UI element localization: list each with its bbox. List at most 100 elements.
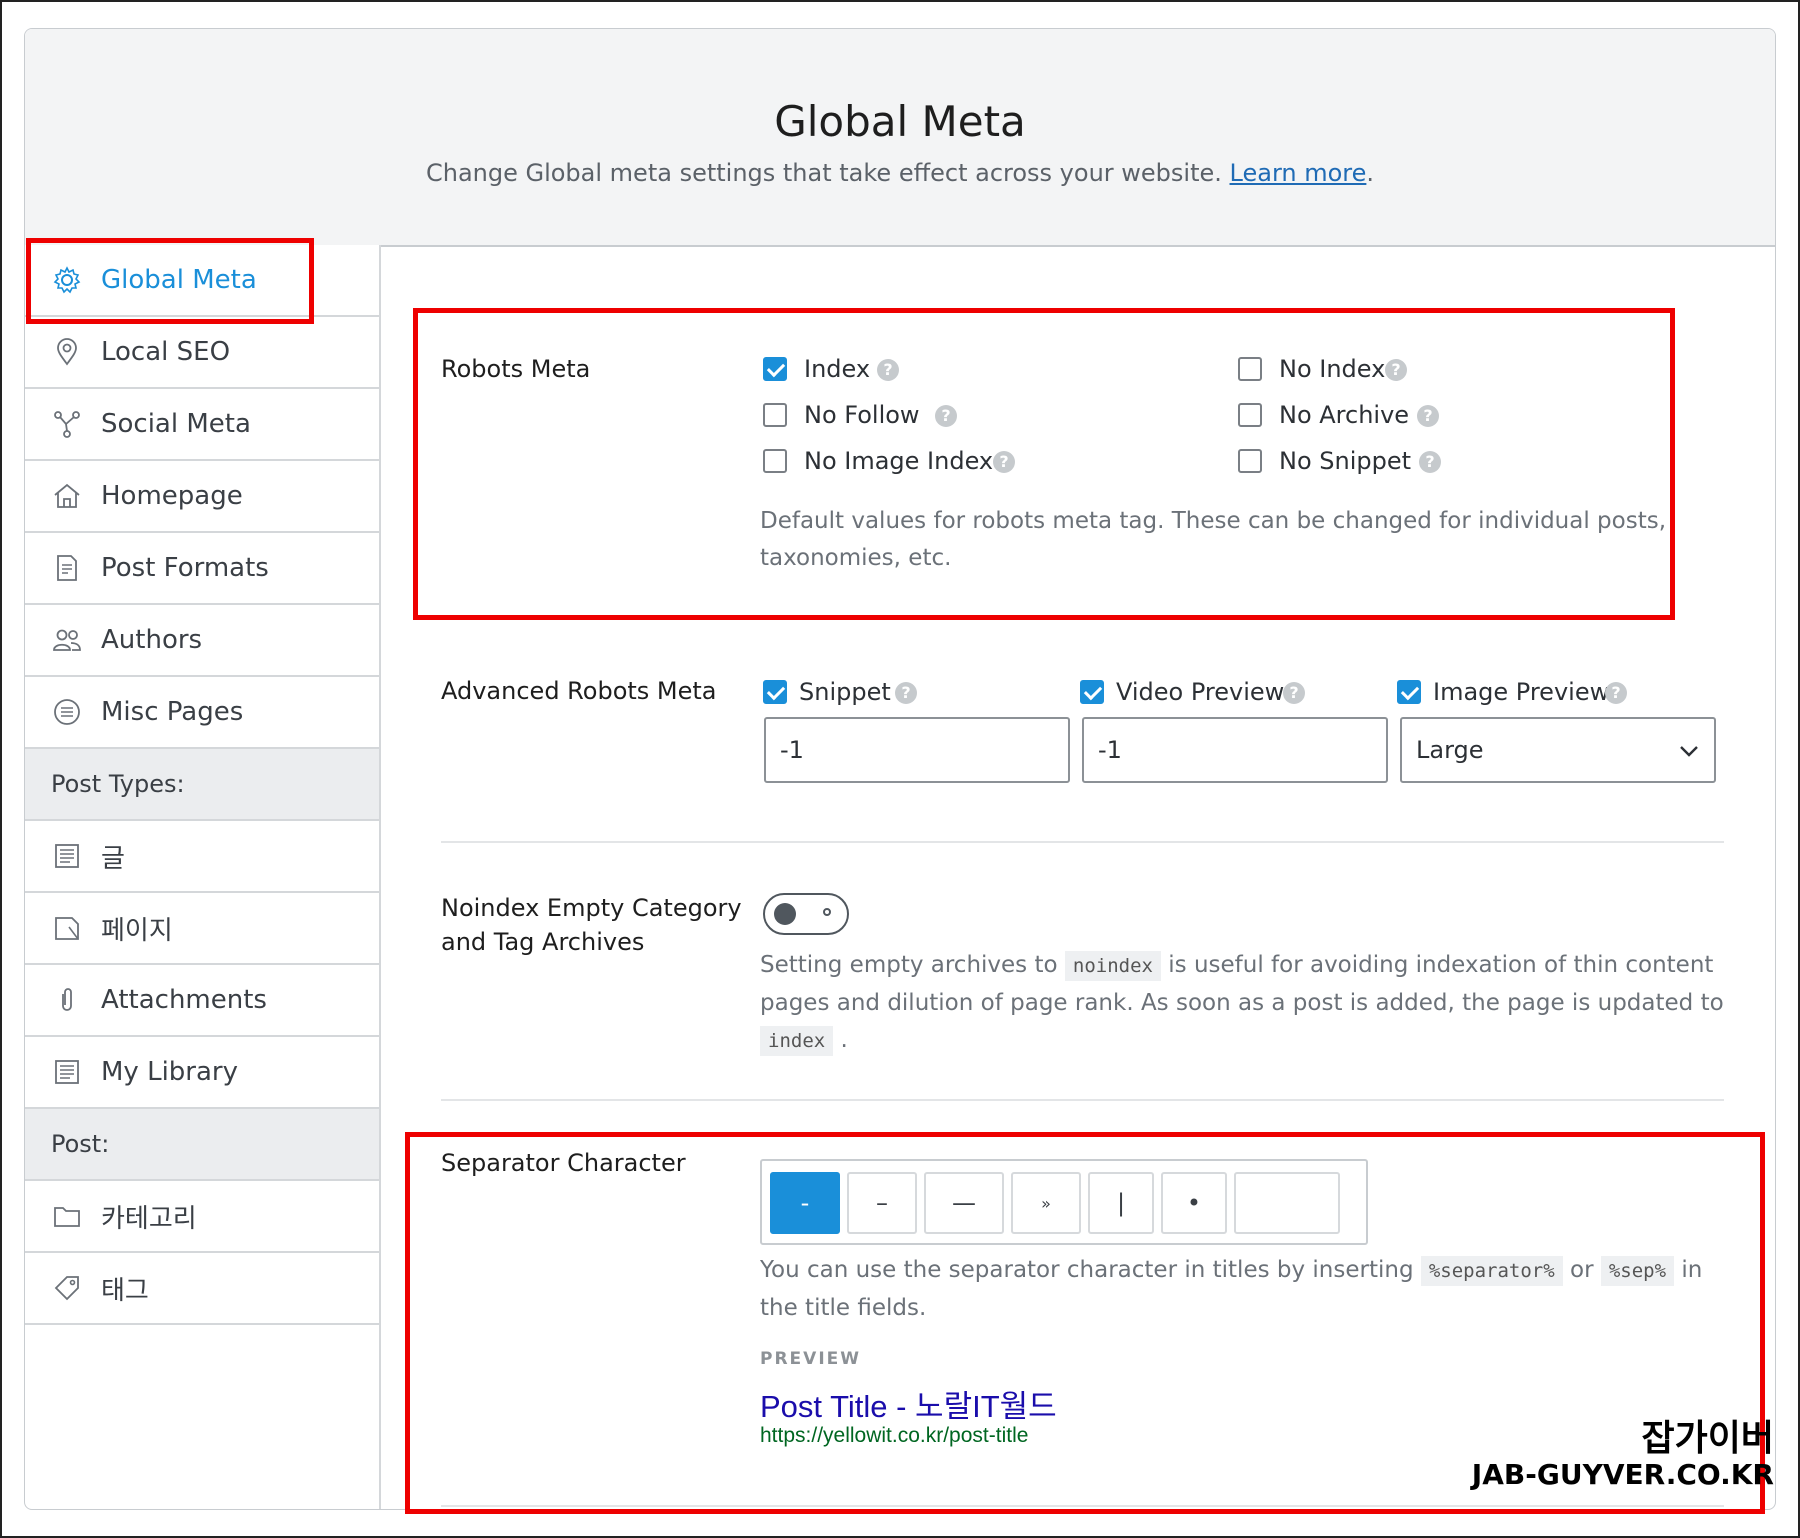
image-preview-value: Large: [1416, 736, 1484, 764]
sidebar-item-social-meta[interactable]: Social Meta: [25, 389, 381, 461]
no-index-label: No Index: [1279, 355, 1386, 383]
desc-text: You can use the separator character in t…: [760, 1257, 1421, 1283]
subtitle-text: Change Global meta settings that take ef…: [425, 159, 1230, 187]
users-icon: [49, 622, 85, 658]
sidebar-item-misc-pages[interactable]: Misc Pages: [25, 677, 381, 749]
preview-url: https://yellowit.co.kr/post-title: [760, 1424, 1029, 1447]
post-icon: [49, 838, 85, 874]
noindex-empty-label: Noindex Empty Category and Tag Archives: [441, 891, 742, 959]
separator-option-hyphen[interactable]: -: [770, 1172, 840, 1234]
robots-meta-description: Default values for robots meta tag. Thes…: [760, 508, 1667, 571]
separator-option-raquo[interactable]: »: [1011, 1172, 1081, 1234]
code-index: index: [760, 1026, 834, 1056]
sidebar-item-label: My Library: [101, 1057, 238, 1087]
settings-panel: Global Meta Change Global meta settings …: [24, 28, 1776, 1510]
sidebar-item-category[interactable]: 카테고리: [25, 1181, 381, 1253]
no-follow-checkbox[interactable]: [763, 403, 787, 427]
sidebar-section-post: Post:: [25, 1109, 381, 1181]
no-image-index-checkbox[interactable]: [763, 449, 787, 473]
sidebar-item-post-formats[interactable]: Post Formats: [25, 533, 381, 605]
index-label: Index: [804, 355, 871, 383]
sidebar-item-label: 글: [101, 843, 125, 874]
help-icon[interactable]: ?: [1605, 682, 1627, 704]
folder-icon: [49, 1198, 85, 1234]
separator-option-custom[interactable]: [1234, 1172, 1340, 1234]
separator-option-pipe[interactable]: |: [1088, 1172, 1154, 1234]
page-header: Global Meta Change Global meta settings …: [25, 29, 1775, 247]
sidebar-item-label: 페이지: [101, 915, 173, 946]
video-preview-checkbox[interactable]: [1080, 680, 1104, 704]
separator-label: Separator Character: [441, 1149, 686, 1177]
help-icon[interactable]: ?: [895, 682, 917, 704]
subtitle-period: .: [1366, 159, 1375, 187]
learn-more-link[interactable]: Learn more: [1230, 159, 1367, 187]
toggle-knob: [774, 903, 796, 925]
sidebar-item-label: Global Meta: [101, 265, 257, 295]
no-follow-label: No Follow: [804, 401, 920, 429]
watermark: 잡가이버 JAB-GUYVER.CO.KR: [1472, 1418, 1774, 1492]
sidebar-item-local-seo[interactable]: Local SEO: [25, 317, 381, 389]
preview-title: Post Title - 노랄IT월드: [760, 1389, 1057, 1424]
page-icon: [49, 910, 85, 946]
sidebar-item-global-meta[interactable]: Global Meta: [25, 245, 381, 317]
separator-option-em-dash[interactable]: —: [924, 1172, 1004, 1234]
no-archive-checkbox[interactable]: [1238, 403, 1262, 427]
map-pin-icon: [49, 334, 85, 370]
help-icon[interactable]: ?: [1417, 405, 1439, 427]
image-preview-label: Image Preview: [1433, 678, 1610, 706]
sidebar-item-label: Misc Pages: [101, 697, 244, 727]
library-icon: [49, 1054, 85, 1090]
section-divider: [441, 1099, 1724, 1101]
no-image-index-label: No Image Index: [804, 447, 994, 475]
help-icon[interactable]: ?: [1419, 451, 1441, 473]
sidebar-item-my-library[interactable]: My Library: [25, 1037, 381, 1109]
image-preview-checkbox[interactable]: [1397, 680, 1421, 704]
sidebar-item-page[interactable]: 페이지: [25, 893, 381, 965]
toggle-off-indicator: [823, 908, 831, 916]
sidebar-item-label: 카테고리: [101, 1203, 197, 1234]
page-subtitle: Change Global meta settings that take ef…: [25, 159, 1775, 187]
help-icon[interactable]: ?: [1385, 359, 1407, 381]
noindex-empty-label-line1: Noindex Empty Category: [441, 894, 742, 922]
video-preview-label: Video Preview: [1116, 678, 1285, 706]
sidebar-item-authors[interactable]: Authors: [25, 605, 381, 677]
share-network-icon: [49, 406, 85, 442]
snippet-max-input[interactable]: -1: [764, 717, 1070, 783]
no-snippet-checkbox[interactable]: [1238, 449, 1262, 473]
noindex-empty-toggle[interactable]: [763, 893, 849, 935]
image-preview-select[interactable]: Large: [1400, 717, 1716, 783]
no-archive-label: No Archive: [1279, 401, 1410, 429]
video-preview-max-input[interactable]: -1: [1082, 717, 1388, 783]
help-icon[interactable]: ?: [935, 405, 957, 427]
desc-text: Setting empty archives to: [760, 952, 1065, 978]
help-icon[interactable]: ?: [1283, 682, 1305, 704]
separator-option-en-dash[interactable]: –: [847, 1172, 917, 1234]
sidebar-item-label: Social Meta: [101, 409, 251, 439]
noindex-empty-label-line2: and Tag Archives: [441, 928, 645, 956]
section-divider: [441, 1505, 1724, 1507]
sidebar-item-tag[interactable]: 태그: [25, 1253, 381, 1325]
help-icon[interactable]: ?: [877, 359, 899, 381]
sidebar-item-label: Post Formats: [101, 553, 269, 583]
watermark-domain: JAB-GUYVER.CO.KR: [1471, 1458, 1774, 1492]
separator-option-bullet[interactable]: •: [1161, 1172, 1227, 1234]
sidebar-item-post[interactable]: 글: [25, 821, 381, 893]
home-icon: [49, 478, 85, 514]
sidebar-item-label: Local SEO: [101, 337, 231, 367]
code-noindex: noindex: [1064, 951, 1161, 981]
page-title: Global Meta: [774, 97, 1026, 146]
snippet-checkbox[interactable]: [763, 680, 787, 704]
sidebar-item-attachments[interactable]: Attachments: [25, 965, 381, 1037]
sidebar-item-homepage[interactable]: Homepage: [25, 461, 381, 533]
sidebar-item-label: 태그: [101, 1275, 149, 1306]
gear-icon: [49, 262, 85, 298]
desc-text: .: [833, 1027, 848, 1053]
noindex-empty-description: Setting empty archives to noindex is use…: [760, 947, 1725, 1060]
sidebar-section-post-types: Post Types:: [25, 749, 381, 821]
no-index-checkbox[interactable]: [1238, 357, 1262, 381]
paperclip-icon: [49, 982, 85, 1018]
help-icon[interactable]: ?: [993, 451, 1015, 473]
code-sep: %sep%: [1600, 1256, 1675, 1286]
index-checkbox[interactable]: [763, 357, 787, 381]
list-circle-icon: [49, 694, 85, 730]
